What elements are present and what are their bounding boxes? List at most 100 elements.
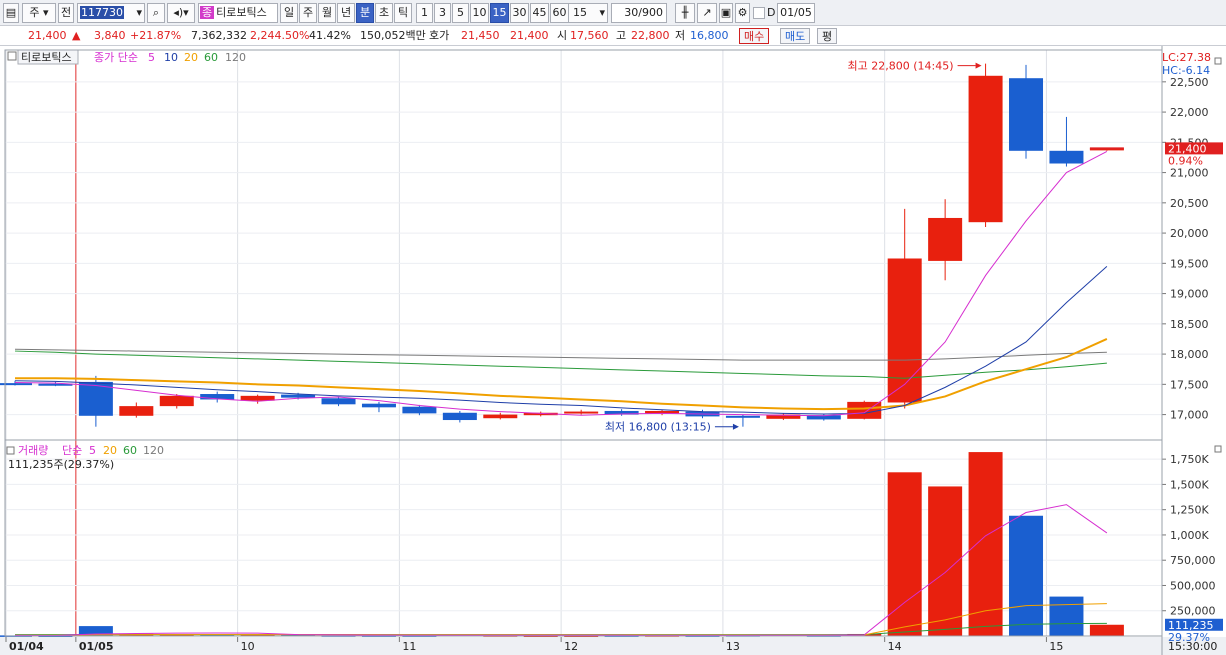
- price-panel-title: 티로보틱스: [21, 51, 72, 64]
- candle-body-14: [564, 411, 599, 414]
- volume-panel-corner-icon: [1214, 445, 1222, 453]
- window-menu-icon[interactable]: ▤: [3, 3, 19, 23]
- stock-badge: 종: [200, 6, 215, 19]
- low-label: 저: [675, 29, 686, 42]
- volume-axis: 1,750K 1,500K 1,250K 1,000K 750,000 500,000 25…: [1162, 453, 1216, 618]
- candle-body-25: [1009, 78, 1044, 151]
- candle-body-11: [442, 412, 477, 421]
- high-arrow-icon: [957, 62, 982, 69]
- time-label-4: 12: [564, 640, 578, 653]
- count-field[interactable]: 30/900: [611, 3, 667, 23]
- volume-tick-label-3: 1,000K: [1170, 529, 1209, 542]
- price-tick-label-10: 17,500: [1170, 378, 1209, 391]
- gear-icon[interactable]: ⚙: [735, 3, 750, 23]
- volume-ratio: 2,244.50%: [250, 29, 310, 42]
- price-change: 3,840: [94, 29, 126, 42]
- minute-select[interactable]: 15 ▾: [568, 3, 608, 23]
- period-3-button[interactable]: 년: [337, 3, 355, 23]
- stock-name-field[interactable]: 종 티로보틱스: [198, 3, 278, 23]
- price-panel-header: 티로보틱스 종가 단순 5 10 20 60 120: [7, 49, 246, 65]
- search-icon[interactable]: ⌕: [147, 3, 165, 23]
- candles: [0, 63, 1124, 427]
- price-axis: 22,50022,00021,50021,00020,50020,00019,5…: [1162, 76, 1209, 422]
- prev-button[interactable]: 전: [58, 3, 74, 23]
- time-axis: 01/04 01/05 10 11 12 13 14 15 15:30:00: [0, 637, 1226, 655]
- volume-bars: [0, 452, 1124, 638]
- minute-30-button[interactable]: 30: [510, 3, 529, 23]
- minute-60-button[interactable]: 60: [550, 3, 569, 23]
- turnover: 41.42%: [309, 29, 351, 42]
- period-2-button[interactable]: 월: [318, 3, 336, 23]
- price-tick-label-3: 21,000: [1170, 167, 1209, 180]
- ma-period-20: 20: [184, 51, 198, 64]
- candle-body-8: [321, 398, 356, 405]
- toolbar: ▤ 주 ▾ 전 117730 ▾ ⌕ ◂)▾ 종 티로보틱스 일주월년분초틱 135…: [0, 0, 1226, 26]
- volume-tick-label-0: 1,750K: [1170, 453, 1209, 466]
- date-field[interactable]: 01/05: [777, 3, 815, 23]
- time-label-0: 01/04: [9, 640, 44, 653]
- price-tick-label-6: 19,500: [1170, 257, 1209, 270]
- minute-15-button[interactable]: 15: [490, 3, 509, 23]
- sell-button[interactable]: 매도: [780, 28, 811, 44]
- ma-period-5: 5: [148, 51, 155, 64]
- period-4-button[interactable]: 분: [356, 3, 374, 23]
- d-label: D: [767, 6, 776, 19]
- stock-chart[interactable]: 22,50022,00021,50021,00020,50020,00019,5…: [0, 46, 1226, 655]
- time-label-5: 13: [726, 640, 740, 653]
- volume-ma-label: 단순: [62, 444, 82, 457]
- price-tick-label-11: 17,000: [1170, 409, 1209, 422]
- d-checkbox[interactable]: [753, 7, 765, 19]
- minute-45-button[interactable]: 45: [530, 3, 549, 23]
- candle-body-23: [928, 217, 963, 261]
- minute-1-button[interactable]: 1: [416, 3, 433, 23]
- price-panel-corner-icon: [1214, 57, 1222, 65]
- volume-tick-label-5: 500,000: [1170, 579, 1216, 592]
- bid-price: 21,400: [510, 29, 549, 42]
- buy-button[interactable]: 매수: [739, 28, 770, 44]
- minute-3-button[interactable]: 3: [434, 3, 451, 23]
- candle-body-22: [887, 258, 922, 403]
- code-value: 117730: [80, 6, 124, 19]
- minute-5-button[interactable]: 5: [452, 3, 469, 23]
- indicator-icon[interactable]: ↗: [697, 3, 717, 23]
- candle-body-18: [725, 415, 760, 418]
- candle-body-24: [968, 75, 1003, 223]
- low-annotation: 최저 16,800 (13:15): [605, 421, 711, 434]
- price-tick-label-9: 18,000: [1170, 348, 1209, 361]
- volume-tick-label-4: 750,000: [1170, 554, 1216, 567]
- eval-button[interactable]: 평: [817, 28, 838, 44]
- volume-menu-icon[interactable]: [6, 446, 15, 455]
- last-pct-tag-text: 0.94%: [1168, 154, 1203, 167]
- ma-period-60: 60: [204, 51, 218, 64]
- trade-volume: 7,362,332: [191, 29, 247, 42]
- code-input[interactable]: 117730 ▾: [77, 3, 145, 23]
- period-0-button[interactable]: 일: [280, 3, 298, 23]
- market-select[interactable]: 주 ▾: [22, 3, 56, 23]
- ask-price: 21,450: [461, 29, 500, 42]
- period-5-button[interactable]: 초: [375, 3, 393, 23]
- trade-amount: 150,052백만: [360, 29, 426, 42]
- panel-menu-icon[interactable]: [7, 51, 17, 61]
- price-tick-label-5: 20,000: [1170, 227, 1209, 240]
- market-label: 주: [29, 6, 40, 19]
- save-icon[interactable]: ▣: [719, 3, 733, 23]
- stock-name: 티로보틱스: [216, 6, 267, 19]
- low-price: 16,800: [690, 29, 729, 42]
- period-6-button[interactable]: 틱: [394, 3, 412, 23]
- candle-body-10: [402, 406, 437, 414]
- period-1-button[interactable]: 주: [299, 3, 317, 23]
- lc-label: LC:27.38: [1162, 51, 1211, 64]
- high-price: 22,800: [631, 29, 670, 42]
- vol-ma-period-120: 120: [143, 444, 164, 457]
- candle-body-12: [483, 414, 518, 419]
- up-triangle-icon: ▲: [72, 29, 81, 42]
- candle-body-9: [361, 403, 396, 408]
- open-label: 시: [557, 29, 568, 42]
- low-arrow-icon: [714, 423, 739, 430]
- low-arrow-head: [732, 423, 739, 430]
- time-label-2: 10: [241, 640, 255, 653]
- minute-10-button[interactable]: 10: [470, 3, 489, 23]
- speaker-icon[interactable]: ◂)▾: [167, 3, 195, 23]
- volume-title: 거래량: [18, 444, 48, 457]
- candle-icon[interactable]: ╫: [675, 3, 695, 23]
